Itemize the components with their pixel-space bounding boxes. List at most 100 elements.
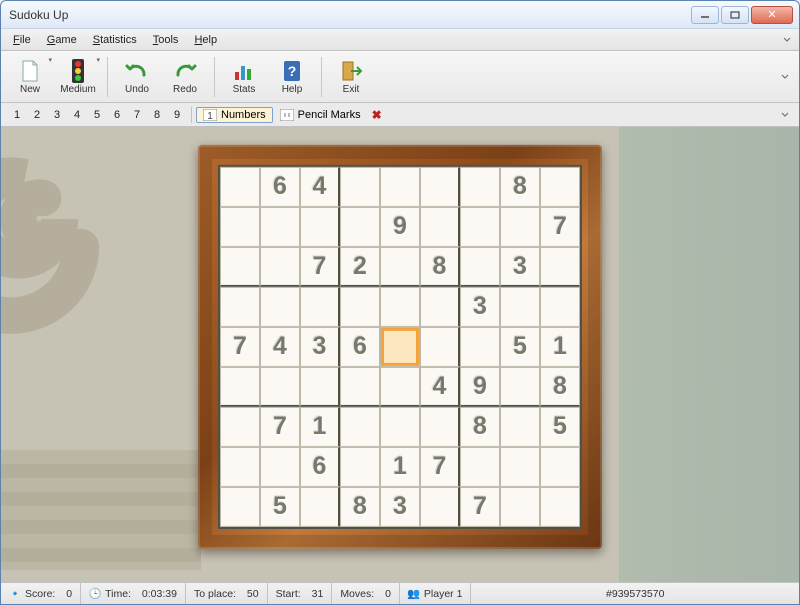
cell-4-1[interactable]: 4 bbox=[260, 326, 300, 366]
numbar-overflow-icon[interactable] bbox=[781, 111, 789, 119]
toolbar-overflow-icon[interactable] bbox=[781, 73, 789, 81]
numbers-mode-button[interactable]: 1 Numbers bbox=[196, 107, 273, 123]
cell-3-5[interactable] bbox=[420, 286, 460, 326]
cell-5-2[interactable] bbox=[300, 366, 340, 406]
cell-8-3[interactable]: 8 bbox=[340, 486, 380, 526]
cell-8-7[interactable] bbox=[500, 486, 540, 526]
pencil-mode-button[interactable]: Pencil Marks bbox=[273, 107, 368, 123]
number-pick-3[interactable]: 3 bbox=[47, 109, 67, 121]
cell-6-7[interactable] bbox=[500, 406, 540, 446]
cell-7-0[interactable] bbox=[220, 446, 260, 486]
cell-5-0[interactable] bbox=[220, 366, 260, 406]
menu-statistics[interactable]: Statistics bbox=[85, 32, 145, 48]
cell-1-1[interactable] bbox=[260, 206, 300, 246]
cell-4-2[interactable]: 3 bbox=[300, 326, 340, 366]
new-button[interactable]: ▾ New bbox=[7, 54, 53, 100]
cell-2-1[interactable] bbox=[260, 246, 300, 286]
cell-1-2[interactable] bbox=[300, 206, 340, 246]
cell-4-7[interactable]: 5 bbox=[500, 326, 540, 366]
redo-button[interactable]: Redo bbox=[162, 54, 208, 100]
exit-button[interactable]: Exit bbox=[328, 54, 374, 100]
cell-7-3[interactable] bbox=[340, 446, 380, 486]
cell-0-7[interactable]: 8 bbox=[500, 166, 540, 206]
cell-7-2[interactable]: 6 bbox=[300, 446, 340, 486]
cell-7-8[interactable] bbox=[540, 446, 580, 486]
cell-6-4[interactable] bbox=[380, 406, 420, 446]
help-button[interactable]: ? Help bbox=[269, 54, 315, 100]
cell-6-2[interactable]: 1 bbox=[300, 406, 340, 446]
sudoku-board[interactable]: 648977283374365149871856175837 bbox=[218, 164, 582, 528]
cell-6-3[interactable] bbox=[340, 406, 380, 446]
cell-0-5[interactable] bbox=[420, 166, 460, 206]
cell-6-8[interactable]: 5 bbox=[540, 406, 580, 446]
cell-8-8[interactable] bbox=[540, 486, 580, 526]
cell-3-8[interactable] bbox=[540, 286, 580, 326]
menu-file[interactable]: File bbox=[5, 32, 39, 48]
cell-3-7[interactable] bbox=[500, 286, 540, 326]
cell-5-1[interactable] bbox=[260, 366, 300, 406]
cell-0-2[interactable]: 4 bbox=[300, 166, 340, 206]
cell-2-6[interactable] bbox=[460, 246, 500, 286]
cell-5-8[interactable]: 8 bbox=[540, 366, 580, 406]
cell-7-5[interactable]: 7 bbox=[420, 446, 460, 486]
cell-6-6[interactable]: 8 bbox=[460, 406, 500, 446]
cell-1-7[interactable] bbox=[500, 206, 540, 246]
menubar-overflow-icon[interactable] bbox=[783, 36, 791, 44]
cell-4-3[interactable]: 6 bbox=[340, 326, 380, 366]
clear-button[interactable]: ✖ bbox=[372, 108, 382, 122]
cell-0-6[interactable] bbox=[460, 166, 500, 206]
cell-8-6[interactable]: 7 bbox=[460, 486, 500, 526]
cell-1-0[interactable] bbox=[220, 206, 260, 246]
number-pick-2[interactable]: 2 bbox=[27, 109, 47, 121]
number-pick-6[interactable]: 6 bbox=[107, 109, 127, 121]
cell-4-5[interactable] bbox=[420, 326, 460, 366]
cell-8-1[interactable]: 5 bbox=[260, 486, 300, 526]
cell-6-0[interactable] bbox=[220, 406, 260, 446]
cell-4-4[interactable] bbox=[380, 326, 420, 366]
cell-1-8[interactable]: 7 bbox=[540, 206, 580, 246]
cell-0-3[interactable] bbox=[340, 166, 380, 206]
cell-8-0[interactable] bbox=[220, 486, 260, 526]
cell-5-3[interactable] bbox=[340, 366, 380, 406]
stats-button[interactable]: Stats bbox=[221, 54, 267, 100]
cell-3-6[interactable]: 3 bbox=[460, 286, 500, 326]
undo-button[interactable]: Undo bbox=[114, 54, 160, 100]
cell-2-7[interactable]: 3 bbox=[500, 246, 540, 286]
cell-2-4[interactable] bbox=[380, 246, 420, 286]
number-pick-7[interactable]: 7 bbox=[127, 109, 147, 121]
cell-3-1[interactable] bbox=[260, 286, 300, 326]
menu-game[interactable]: Game bbox=[39, 32, 85, 48]
cell-8-5[interactable] bbox=[420, 486, 460, 526]
cell-2-2[interactable]: 7 bbox=[300, 246, 340, 286]
cell-8-2[interactable] bbox=[300, 486, 340, 526]
cell-7-4[interactable]: 1 bbox=[380, 446, 420, 486]
titlebar[interactable]: Sudoku Up ✕ bbox=[1, 1, 799, 29]
cell-6-1[interactable]: 7 bbox=[260, 406, 300, 446]
cell-2-0[interactable] bbox=[220, 246, 260, 286]
cell-0-1[interactable]: 6 bbox=[260, 166, 300, 206]
cell-1-6[interactable] bbox=[460, 206, 500, 246]
maximize-button[interactable] bbox=[721, 6, 749, 24]
cell-7-6[interactable] bbox=[460, 446, 500, 486]
cell-3-4[interactable] bbox=[380, 286, 420, 326]
number-pick-8[interactable]: 8 bbox=[147, 109, 167, 121]
cell-3-3[interactable] bbox=[340, 286, 380, 326]
number-pick-9[interactable]: 9 bbox=[167, 109, 187, 121]
close-button[interactable]: ✕ bbox=[751, 6, 793, 24]
cell-7-7[interactable] bbox=[500, 446, 540, 486]
number-pick-5[interactable]: 5 bbox=[87, 109, 107, 121]
cell-2-5[interactable]: 8 bbox=[420, 246, 460, 286]
cell-5-4[interactable] bbox=[380, 366, 420, 406]
number-pick-4[interactable]: 4 bbox=[67, 109, 87, 121]
cell-0-0[interactable] bbox=[220, 166, 260, 206]
cell-4-6[interactable] bbox=[460, 326, 500, 366]
number-pick-1[interactable]: 1 bbox=[7, 109, 27, 121]
cell-5-6[interactable]: 9 bbox=[460, 366, 500, 406]
cell-1-3[interactable] bbox=[340, 206, 380, 246]
cell-4-8[interactable]: 1 bbox=[540, 326, 580, 366]
cell-1-5[interactable] bbox=[420, 206, 460, 246]
cell-2-3[interactable]: 2 bbox=[340, 246, 380, 286]
cell-6-5[interactable] bbox=[420, 406, 460, 446]
cell-5-5[interactable]: 4 bbox=[420, 366, 460, 406]
difficulty-button[interactable]: ▾ Medium bbox=[55, 54, 101, 100]
